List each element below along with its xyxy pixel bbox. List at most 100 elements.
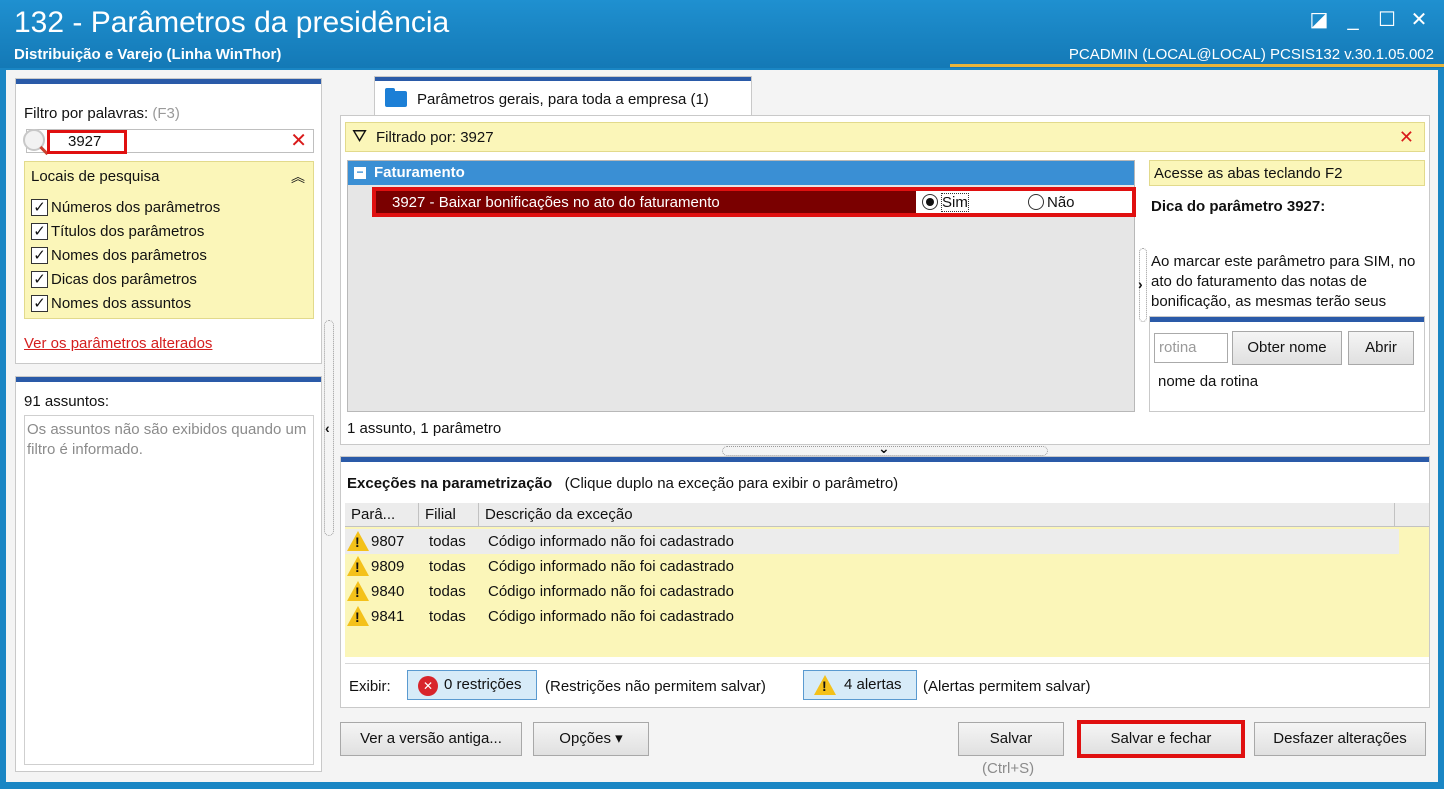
maximize-icon[interactable]: ☐ [1374,8,1400,32]
warning-icon [347,556,369,576]
filter-label-text: Filtro por palavras: [24,105,149,122]
tab-parametros-gerais[interactable]: Parâmetros gerais, para toda a empresa (… [374,76,752,116]
get-name-button[interactable]: Obter nome [1232,331,1342,365]
parameters-grid: − Faturamento 3927 - Baixar bonificações… [347,160,1136,412]
exceptions-panel: Exceções na parametrização (Clique duplo… [340,456,1430,708]
client-area: Filtro por palavras: (F3) 3927 ✕ Locais … [6,70,1438,782]
checkbox-assuntos[interactable]: ✓ Nomes dos assuntos [31,292,191,314]
cell-desc: Código informado não foi cadastrado [488,533,734,550]
restrictions-note: (Restrições não permitem salvar) [545,678,766,695]
alerts-button[interactable]: 4 alertas [803,670,917,700]
checkbox-icon[interactable]: ✓ [31,246,48,264]
tab-accent-bar [375,77,751,81]
clear-filter-icon[interactable]: ✕ [1399,127,1414,148]
options-button[interactable]: Opções ▾ [533,722,649,756]
checkbox-label: Títulos dos parâmetros [51,222,205,240]
radio-label: Não [1047,193,1075,211]
table-row[interactable]: 9809 todas Código informado não foi cada… [345,554,1399,579]
cell-filial: todas [429,558,466,575]
checkbox-icon[interactable]: ✓ [31,222,48,240]
filtered-by-text: Filtrado por: 3927 [376,129,494,146]
window-subtitle: Distribuição e Varejo (Linha WinThor) [14,46,282,63]
close-icon[interactable]: ✕ [1406,8,1432,32]
checkbox-numeros[interactable]: ✓ Números dos parâmetros [31,196,220,218]
user-info: PCADMIN (LOCAL@LOCAL) PCSIS132 v.30.1.05… [1068,46,1434,63]
panel-accent-bar [16,377,321,382]
search-box[interactable]: 3927 ✕ [23,129,314,154]
parameter-row-3927[interactable]: 3927 - Baixar bonificações no ato do fat… [372,187,1136,217]
panel-accent-bar [16,79,321,84]
subjects-message: Os assuntos não são exibidos quando um f… [27,421,307,458]
clear-search-icon[interactable]: ✕ [290,130,307,152]
parameters-panel: ⛛ Filtrado por: 3927 ✕ − Faturamento 392… [340,115,1430,445]
checkbox-icon[interactable]: ✓ [31,294,48,312]
cell-param: 9809 [371,558,405,575]
collapse-icon[interactable]: ︽ [291,167,305,187]
checkbox-icon[interactable]: ✓ [31,198,48,216]
panel-accent-bar [1150,317,1424,322]
table-row[interactable]: 9840 todas Código informado não foi cada… [345,579,1399,604]
column-header-filial[interactable]: Filial [419,503,479,527]
minimize-icon[interactable]: _ [1340,8,1366,32]
exceptions-title: Exceções na parametrização (Clique duplo… [347,475,898,492]
radio-nao[interactable]: Não [1028,193,1075,211]
display-filter-row: Exibir: ✕ 0 restrições (Restrições não p… [345,663,1429,707]
open-button[interactable]: Abrir [1348,331,1414,365]
cell-filial: todas [429,608,466,625]
routine-panel: rotina Obter nome Abrir nome da rotina [1149,316,1425,412]
table-header: Parâ... Filial Descrição da exceção [345,503,1429,527]
accent-line [950,64,1444,67]
checkbox-titulos[interactable]: ✓ Títulos dos parâmetros [31,220,204,242]
column-header-param[interactable]: Parâ... [345,503,419,527]
cell-param: 9807 [371,533,405,550]
routine-name: nome da rotina [1158,373,1259,390]
checkbox-label: Nomes dos parâmetros [51,246,207,264]
warning-icon [814,675,836,695]
radio-sim[interactable]: Sim [922,192,969,212]
checkbox-dicas[interactable]: ✓ Dicas dos parâmetros [31,268,197,290]
subjects-list[interactable]: Os assuntos não são exibidos quando um f… [24,415,314,765]
group-header[interactable]: − Faturamento [348,161,1134,185]
filter-label: Filtro por palavras: (F3) [24,105,180,122]
checkbox-icon[interactable]: ✓ [31,270,48,288]
alerts-note: (Alertas permitem salvar) [923,678,1091,695]
parameter-text: 3927 - Baixar bonificações no ato do fat… [392,194,720,211]
table-row[interactable]: 9841 todas Código informado não foi cada… [345,604,1399,629]
restrictions-button[interactable]: ✕ 0 restrições [407,670,537,700]
column-header-desc[interactable]: Descrição da exceção [479,503,1395,527]
search-locations-title: Locais de pesquisa [31,168,160,185]
chevron-right-icon[interactable]: › [1138,276,1143,292]
filter-shortcut: (F3) [152,105,180,122]
warning-icon [347,531,369,551]
radio-label: Sim [941,192,969,212]
checkbox-nomes[interactable]: ✓ Nomes dos parâmetros [31,244,207,266]
exceptions-subtitle: (Clique duplo na exceção para exibir o p… [564,475,899,492]
panel-accent-bar [341,457,1429,462]
undo-changes-button[interactable]: Desfazer alterações [1254,722,1426,756]
search-input[interactable]: 3927 [47,130,127,154]
filter-panel: Filtro por palavras: (F3) 3927 ✕ Locais … [15,78,322,364]
restore-icon[interactable]: ◪ [1306,8,1332,32]
checkbox-label: Dicas dos parâmetros [51,270,197,288]
parameter-options: Sim Não [916,191,1132,213]
cell-param: 9840 [371,583,405,600]
changed-params-link[interactable]: Ver os parâmetros alterados [24,335,212,352]
save-shortcut-hint: (Ctrl+S) [982,760,1035,777]
cell-desc: Código informado não foi cadastrado [488,583,734,600]
radio-icon[interactable] [1028,194,1044,210]
old-version-button[interactable]: Ver a versão antiga... [340,722,522,756]
collapse-group-icon[interactable]: − [354,166,366,179]
chevron-down-icon[interactable]: ⌄ [878,440,890,457]
display-label: Exibir: [349,678,391,695]
window-title: 132 - Parâmetros da presidência [14,6,450,39]
radio-selected-icon[interactable] [922,194,938,210]
save-button[interactable]: Salvar [958,722,1064,756]
save-and-close-button[interactable]: Salvar e fechar [1077,720,1245,758]
cell-param: 9841 [371,608,405,625]
chevron-left-icon[interactable]: ‹ [325,420,330,436]
folder-icon [385,88,407,107]
subjects-count: 91 assuntos: [24,393,110,410]
exceptions-title-text: Exceções na parametrização [347,475,553,492]
routine-input[interactable]: rotina [1154,333,1228,363]
table-row[interactable]: 9807 todas Código informado não foi cada… [345,529,1399,554]
